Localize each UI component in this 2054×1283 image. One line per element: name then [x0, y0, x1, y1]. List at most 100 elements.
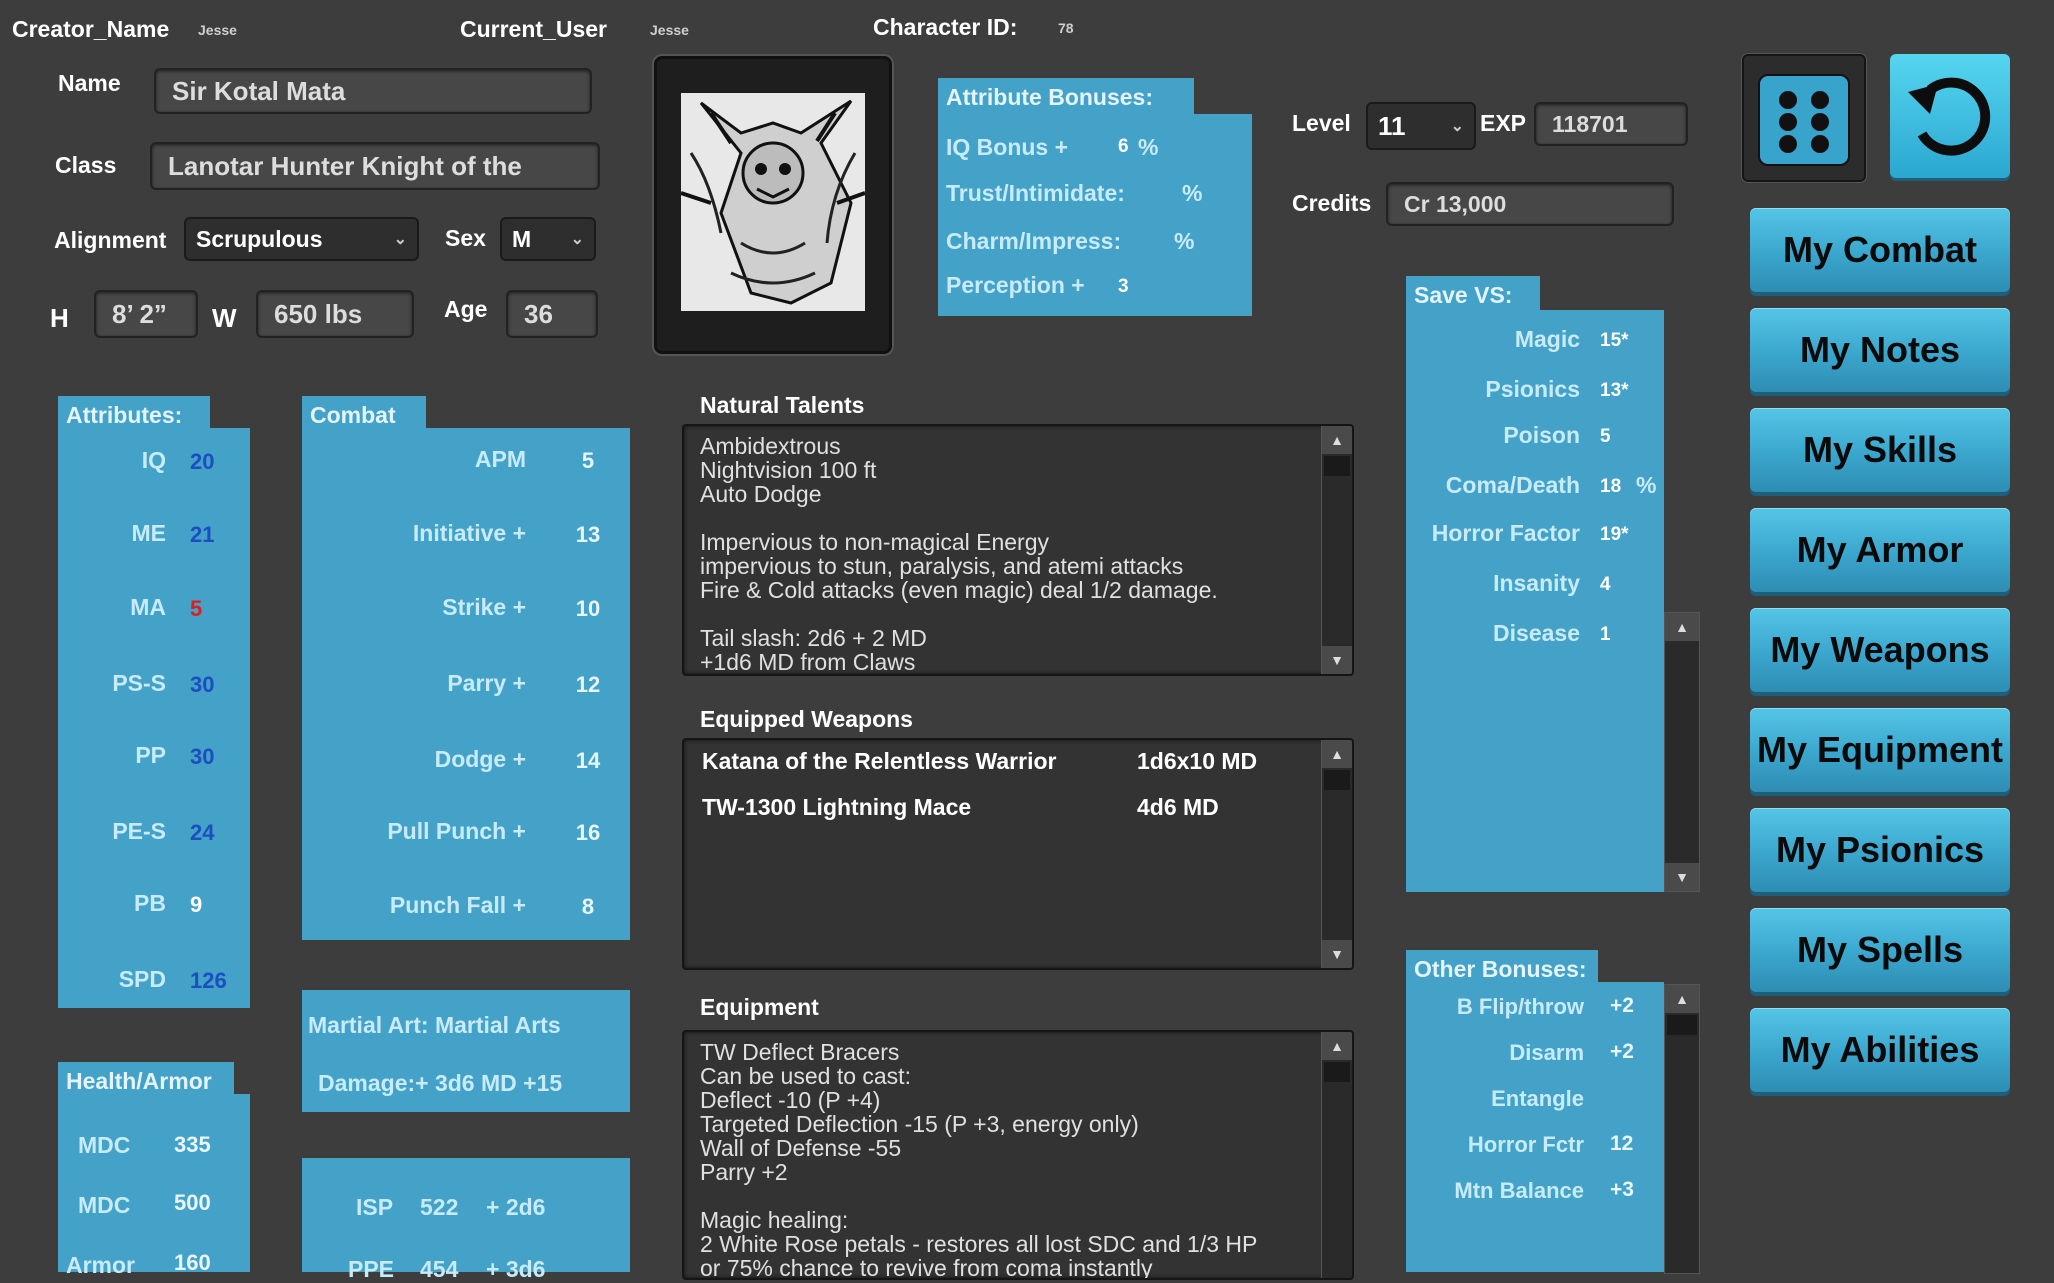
combat-value-3[interactable]: 12 [568, 672, 608, 698]
save-label-5: Insanity [1493, 570, 1580, 596]
scroll-up-icon[interactable]: ▲ [1322, 740, 1352, 768]
attribute-value-me[interactable]: 21 [190, 522, 214, 548]
scroll-thumb[interactable] [1667, 1015, 1697, 1035]
attribute-value-pp[interactable]: 30 [190, 744, 214, 770]
my-equipment-button[interactable]: My Equipment [1750, 708, 2010, 792]
save-suffix-3: % [1636, 472, 1657, 498]
health-value-0[interactable]: 335 [174, 1132, 211, 1158]
weight-field[interactable]: 650 lbs [256, 290, 414, 338]
other-value-1[interactable]: +2 [1610, 1040, 1634, 1064]
alignment-select[interactable]: Scrupulous ⌄ [184, 217, 419, 261]
talents-scrollbar[interactable]: ▲ ▼ [1321, 426, 1352, 674]
refresh-button[interactable] [1890, 54, 2010, 178]
age-field[interactable]: 36 [506, 290, 598, 338]
scroll-down-icon[interactable]: ▼ [1322, 646, 1352, 674]
attribute-value-ma[interactable]: 5 [190, 596, 202, 622]
credits-field[interactable]: Cr 13,000 [1386, 182, 1674, 226]
chevron-down-icon: ⌄ [570, 231, 584, 248]
iq-bonus-value[interactable]: 6 [1118, 136, 1129, 158]
scroll-up-icon[interactable]: ▲ [1665, 985, 1699, 1013]
save-value-1[interactable]: 13* [1600, 380, 1629, 402]
dice-button[interactable] [1742, 54, 1866, 182]
perception-value[interactable]: 3 [1118, 276, 1129, 298]
weapon-name-1[interactable]: TW-1300 Lightning Mace [702, 794, 971, 821]
sex-select[interactable]: M ⌄ [500, 217, 596, 261]
other-label-3: Horror Fctr [1467, 1132, 1584, 1157]
other-value-4[interactable]: +3 [1610, 1178, 1634, 1202]
weapon-name-0[interactable]: Katana of the Relentless Warrior [702, 748, 1056, 775]
attribute-value-ps-s[interactable]: 30 [190, 672, 214, 698]
combat-value-6[interactable]: 8 [568, 894, 608, 920]
my-abilities-button[interactable]: My Abilities [1750, 1008, 2010, 1092]
scroll-thumb[interactable] [1324, 456, 1350, 476]
health-value-2[interactable]: 160 [174, 1250, 211, 1276]
character-portrait[interactable] [654, 56, 892, 354]
exp-field[interactable]: 118701 [1534, 102, 1688, 146]
attribute-value-iq[interactable]: 20 [190, 449, 214, 475]
scroll-up-icon[interactable]: ▲ [1322, 1032, 1352, 1060]
save-value-0[interactable]: 15* [1600, 330, 1629, 352]
combat-label-5: Pull Punch + [387, 818, 526, 844]
my-notes-button[interactable]: My Notes [1750, 308, 2010, 392]
health-value-1[interactable]: 500 [174, 1190, 211, 1216]
other-label-4: Mtn Balance [1454, 1178, 1584, 1203]
combat-value-0[interactable]: 5 [568, 448, 608, 474]
natural-talents-textbox[interactable]: Ambidextrous Nightvision 100 ft Auto Dod… [682, 424, 1354, 676]
my-spells-button[interactable]: My Spells [1750, 908, 2010, 992]
save-label-4: Horror Factor [1431, 520, 1580, 546]
save-label-2: Poison [1503, 422, 1580, 448]
equipment-scrollbar[interactable]: ▲ [1321, 1032, 1352, 1278]
combat-label-2: Strike + [442, 594, 526, 620]
scroll-up-icon[interactable]: ▲ [1322, 426, 1352, 454]
level-label: Level [1292, 110, 1351, 136]
class-label: Class [55, 152, 117, 178]
combat-value-2[interactable]: 10 [568, 596, 608, 622]
scroll-thumb[interactable] [1324, 770, 1350, 790]
trust-intimidate-suffix: % [1182, 180, 1203, 206]
save-value-5[interactable]: 4 [1600, 574, 1611, 596]
my-weapons-button[interactable]: My Weapons [1750, 608, 2010, 692]
scroll-down-icon[interactable]: ▼ [1665, 863, 1699, 891]
sex-label: Sex [445, 225, 486, 251]
save-value-3[interactable]: 18 [1600, 476, 1621, 498]
combat-value-5[interactable]: 16 [568, 820, 608, 846]
save-value-2[interactable]: 5 [1600, 426, 1611, 448]
other-label-0: B Flip/throw [1456, 994, 1584, 1019]
attribute-value-pb[interactable]: 9 [190, 892, 202, 918]
my-armor-button[interactable]: My Armor [1750, 508, 2010, 592]
my-combat-button[interactable]: My Combat [1750, 208, 2010, 292]
scroll-up-icon[interactable]: ▲ [1665, 613, 1699, 641]
combat-value-1[interactable]: 13 [568, 522, 608, 548]
my-skills-button[interactable]: My Skills [1750, 408, 2010, 492]
save-vs-scrollbar[interactable]: ▲ ▼ [1664, 612, 1700, 892]
save-label-1: Psionics [1485, 376, 1580, 402]
ppe-extra: + 3d6 [486, 1256, 546, 1282]
attribute-value-spd[interactable]: 126 [190, 968, 227, 994]
scroll-thumb[interactable] [1324, 1062, 1350, 1082]
ppe-value[interactable]: 454 [420, 1256, 458, 1283]
combat-value-4[interactable]: 14 [568, 748, 608, 774]
save-value-6[interactable]: 1 [1600, 624, 1611, 646]
scroll-down-icon[interactable]: ▼ [1322, 940, 1352, 968]
martial-damage-line: Damage:+ 3d6 MD +15 [318, 1070, 563, 1096]
weapons-scrollbar[interactable]: ▲ ▼ [1321, 740, 1352, 968]
height-field[interactable]: 8’ 2” [94, 290, 198, 338]
ppe-label: PPE [348, 1256, 395, 1282]
save-value-4[interactable]: 19* [1600, 524, 1629, 546]
my-psionics-button[interactable]: My Psionics [1750, 808, 2010, 892]
other-value-0[interactable]: +2 [1610, 994, 1634, 1018]
class-field[interactable]: Lanotar Hunter Knight of the [150, 142, 600, 190]
attribute-label-pp: PP [135, 742, 166, 768]
age-label: Age [444, 296, 488, 322]
height-label: H [50, 303, 69, 333]
attribute-value-pe-s[interactable]: 24 [190, 820, 214, 846]
other-value-3[interactable]: 12 [1610, 1132, 1633, 1156]
level-select[interactable]: 11 ⌄ [1366, 102, 1476, 150]
other-bonuses-scrollbar[interactable]: ▲ [1664, 984, 1700, 1274]
equipment-textbox[interactable]: TW Deflect Bracers Can be used to cast: … [682, 1030, 1354, 1280]
trust-intimidate-label: Trust/Intimidate: [946, 180, 1125, 206]
name-field[interactable]: Sir Kotal Mata [154, 68, 592, 114]
health-label-0: MDC [78, 1132, 131, 1158]
isp-value[interactable]: 522 [420, 1194, 458, 1221]
other-label-2: Entangle [1491, 1086, 1584, 1111]
